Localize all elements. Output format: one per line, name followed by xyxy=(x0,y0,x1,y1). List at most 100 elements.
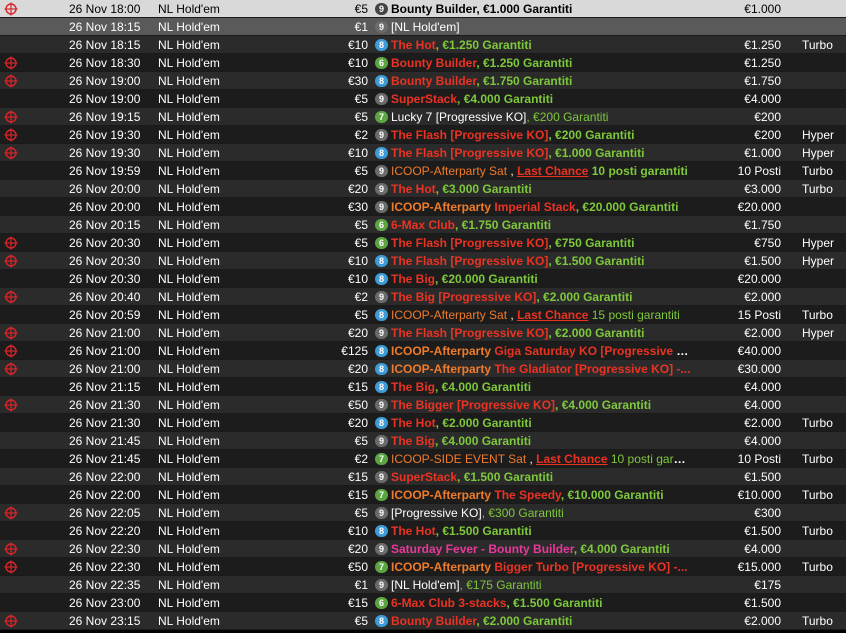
table-size-badge: 9 xyxy=(375,471,388,483)
tournament-name-part: SuperStack xyxy=(391,92,458,106)
tournament-row[interactable]: 26 Nov 19:00 NL Hold'em €30 8 Bounty Builder… xyxy=(0,72,846,90)
tournament-row[interactable]: 26 Nov 21:30 NL Hold'em €50 9 The Bigger [Pr… xyxy=(0,396,846,414)
speed-label: Hyper xyxy=(802,128,835,142)
bounty-crosshair-icon xyxy=(4,542,18,556)
tournament-row[interactable]: 26 Nov 20:30 NL Hold'em €10 8 The Flash [Pro… xyxy=(0,252,846,270)
tournament-row[interactable]: 26 Nov 19:15 NL Hold'em €5 7 Lucky 7 [Progre… xyxy=(0,108,846,126)
game-type: NL Hold'em xyxy=(158,362,220,376)
tournament-name-part: [NL Hold'em] xyxy=(391,578,460,592)
table-size-badge: 6 xyxy=(375,219,388,231)
tournament-row[interactable]: 26 Nov 20:00 NL Hold'em €20 9 The Hot, €3.00… xyxy=(0,180,846,198)
tournament-row[interactable]: 26 Nov 18:30 NL Hold'em €10 6 Bounty Builder… xyxy=(0,54,846,72)
tournament-row[interactable]: 26 Nov 23:15 NL Hold'em €5 8 Bounty Builder,… xyxy=(0,612,846,630)
tournament-name: Bounty Builder, €2.000 Garantiti xyxy=(391,612,691,630)
table-size-badge: 9 xyxy=(375,507,388,519)
table-size-badge: 9 xyxy=(375,129,388,141)
tournament-row[interactable]: 26 Nov 19:30 NL Hold'em €10 8 The Flash [Pro… xyxy=(0,144,846,162)
start-time: 26 Nov 21:30 xyxy=(69,416,141,430)
tournament-row[interactable]: 26 Nov 21:45 NL Hold'em €5 9 The Big, €4.000… xyxy=(0,432,846,450)
table-size-badge: 8 xyxy=(375,39,388,51)
tournament-row[interactable]: 26 Nov 21:00 NL Hold'em €125 8 ICOOP-Afterpa… xyxy=(0,342,846,360)
buy-in: €1 xyxy=(354,578,368,592)
tournament-name-part: , €200 Garantiti xyxy=(548,128,635,142)
game-type: NL Hold'em xyxy=(158,596,220,610)
tournament-row[interactable]: 26 Nov 22:35 NL Hold'em €1 9 [NL Hold'em], €… xyxy=(0,576,846,594)
tournament-row[interactable]: 26 Nov 20:00 NL Hold'em €30 9 ICOOP-Afterpar… xyxy=(0,198,846,216)
tournament-name: The Flash [Progressive KO], €200 Garanti… xyxy=(391,126,691,144)
tournament-name: Bounty Builder, €1.750 Garantiti xyxy=(391,72,691,90)
bounty-crosshair-icon xyxy=(4,326,18,340)
game-type: NL Hold'em xyxy=(158,236,220,250)
tournament-name: ICOOP-Afterparty Bigger Turbo [Progressi… xyxy=(391,558,691,576)
buy-in: €5 xyxy=(354,506,368,520)
tournament-row[interactable]: 26 Nov 19:59 NL Hold'em €5 9 ICOOP-Afterpart… xyxy=(0,162,846,180)
tournament-name-part: The Flash [Progressive KO] xyxy=(391,326,549,340)
start-time: 26 Nov 20:00 xyxy=(69,182,141,196)
tournament-row[interactable]: 26 Nov 21:45 NL Hold'em €2 7 ICOOP-SIDE EVEN… xyxy=(0,450,846,468)
tournament-row[interactable]: 26 Nov 21:00 NL Hold'em €20 9 The Flash [Pro… xyxy=(0,324,846,342)
tournament-row[interactable]: 26 Nov 21:15 NL Hold'em €15 8 The Big, €4.00… xyxy=(0,378,846,396)
table-size-badge: 8 xyxy=(375,147,388,159)
table-size-badge: 8 xyxy=(375,525,388,537)
tournament-row[interactable]: 26 Nov 19:30 NL Hold'em €2 9 The Flash [Prog… xyxy=(0,126,846,144)
tournament-row[interactable]: 26 Nov 22:30 NL Hold'em €50 7 ICOOP-Afterpar… xyxy=(0,558,846,576)
buy-in: €2 xyxy=(354,128,368,142)
tournament-row[interactable]: 26 Nov 20:30 NL Hold'em €10 8 The Big, €20.0… xyxy=(0,270,846,288)
start-time: 26 Nov 21:00 xyxy=(69,344,141,358)
game-type: NL Hold'em xyxy=(158,326,220,340)
buy-in: €1 xyxy=(354,20,368,34)
tournament-name-part: The Big [Progressive KO] xyxy=(391,290,537,304)
tournament-name-part: Bigger Turbo [Progressive KO] -... xyxy=(494,560,688,574)
tournament-name: Bounty Builder, €1.000 Garantiti xyxy=(391,0,691,18)
tournament-row[interactable]: 26 Nov 21:30 NL Hold'em €20 8 The Hot, €2.00… xyxy=(0,414,846,432)
tournament-name-part: 15 posti garantiti xyxy=(588,308,680,322)
tournament-name-part: The Flash [Progressive KO] xyxy=(391,128,549,142)
buy-in: €5 xyxy=(354,236,368,250)
tournament-row[interactable]: 26 Nov 18:15 NL Hold'em €10 8 The Hot, €1.25… xyxy=(0,36,846,54)
bounty-crosshair-icon xyxy=(4,614,18,628)
bounty-crosshair-icon xyxy=(4,362,18,376)
prize-pool: €1.500 xyxy=(744,596,781,610)
tournament-row[interactable]: 26 Nov 22:05 NL Hold'em €5 9 [Progressive KO… xyxy=(0,504,846,522)
buy-in: €5 xyxy=(354,92,368,106)
tournament-name-part: [Progressive KO] xyxy=(391,506,482,520)
tournament-row[interactable]: 26 Nov 22:00 NL Hold'em €15 7 ICOOP-Afterpar… xyxy=(0,486,846,504)
tournament-name-part: Bounty Builder xyxy=(391,2,477,16)
prize-pool: €300 xyxy=(754,506,781,520)
tournament-row[interactable]: 26 Nov 22:20 NL Hold'em €10 8 The Hot, €1.50… xyxy=(0,522,846,540)
game-type: NL Hold'em xyxy=(158,344,220,358)
tournament-name-part: Last Chance xyxy=(536,452,608,466)
tournament-row[interactable]: 26 Nov 20:30 NL Hold'em €5 6 The Flash [Prog… xyxy=(0,234,846,252)
buy-in: €5 xyxy=(354,110,368,124)
speed-label: Turbo xyxy=(802,488,833,502)
tournament-name-part: SuperStack xyxy=(391,470,458,484)
start-time: 26 Nov 21:00 xyxy=(69,362,141,376)
tournament-row[interactable]: 26 Nov 19:00 NL Hold'em €5 9 SuperStack, €4.… xyxy=(0,90,846,108)
game-type: NL Hold'em xyxy=(158,308,220,322)
tournament-row[interactable]: 26 Nov 22:30 NL Hold'em €20 9 Saturday Fever… xyxy=(0,540,846,558)
bounty-crosshair-icon xyxy=(4,56,18,70)
buy-in: €20 xyxy=(347,182,368,196)
tournament-row[interactable]: 26 Nov 23:00 NL Hold'em €15 6 6-Max Club 3-s… xyxy=(0,594,846,612)
speed-label: Turbo xyxy=(802,308,833,322)
bounty-crosshair-icon xyxy=(4,398,18,412)
tournament-row[interactable]: 26 Nov 22:00 NL Hold'em €15 9 SuperStack, €1… xyxy=(0,468,846,486)
game-type: NL Hold'em xyxy=(158,524,220,538)
start-time: 26 Nov 19:30 xyxy=(69,146,141,160)
buy-in: €20 xyxy=(347,326,368,340)
tournament-row[interactable]: 26 Nov 20:40 NL Hold'em €2 9 The Big [Progre… xyxy=(0,288,846,306)
tournament-row[interactable]: 26 Nov 18:15 NL Hold'em €1 9 [NL Hold'em] xyxy=(0,18,846,36)
start-time: 26 Nov 22:35 xyxy=(69,578,141,592)
tournament-row[interactable]: 26 Nov 20:59 NL Hold'em €5 8 ICOOP-Afterpart… xyxy=(0,306,846,324)
start-time: 26 Nov 22:05 xyxy=(69,506,141,520)
prize-pool: €15.000 xyxy=(737,560,781,574)
tournament-name-part: ICOOP-Afterparty Sat xyxy=(391,164,508,178)
tournament-row[interactable]: 26 Nov 20:15 NL Hold'em €5 6 6-Max Club, €1.… xyxy=(0,216,846,234)
speed-label: Hyper xyxy=(802,326,835,340)
tournament-name-part: , €1.500 Garantiti xyxy=(506,596,603,610)
tournament-name-part: , €1.250 Garantiti xyxy=(435,38,532,52)
table-size-badge: 9 xyxy=(375,3,388,15)
tournament-row[interactable]: 26 Nov 21:00 NL Hold'em €20 8 ICOOP-Afterpar… xyxy=(0,360,846,378)
game-type: NL Hold'em xyxy=(158,200,220,214)
tournament-row[interactable]: 26 Nov 18:00 NL Hold'em €5 9 Bounty Builder,… xyxy=(0,0,846,18)
